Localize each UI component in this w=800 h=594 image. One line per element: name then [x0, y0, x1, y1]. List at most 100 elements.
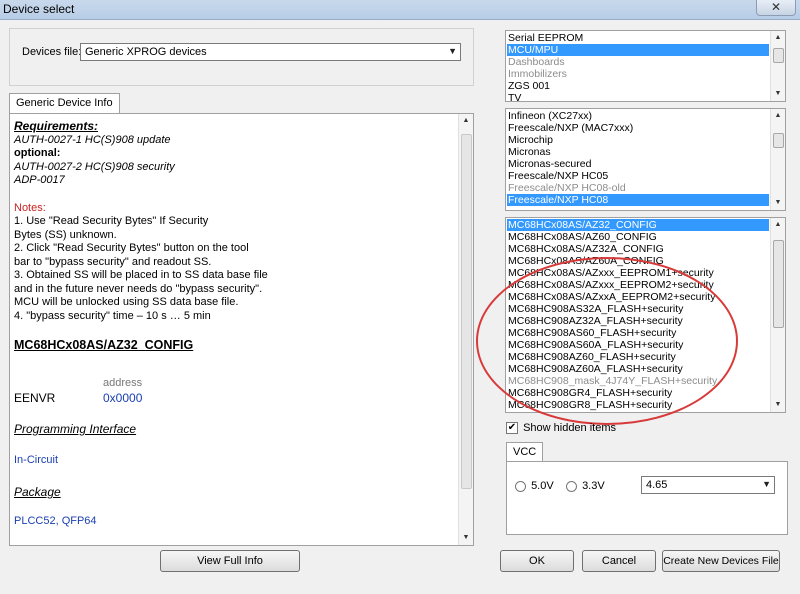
close-button[interactable]: ✕: [756, 0, 796, 16]
list-item[interactable]: MC68HCx08AS/AZ32_CONFIG: [507, 219, 769, 231]
create-new-devices-file-button[interactable]: Create New Devices File: [662, 550, 780, 572]
devices-file-select[interactable]: Generic XPROG devices ▼: [80, 43, 461, 61]
show-hidden-items-checkbox[interactable]: ✔ Show hidden items: [506, 422, 617, 435]
radio-icon: [515, 480, 526, 492]
close-icon: ✕: [770, 0, 782, 14]
arrow-down-icon[interactable]: ▼: [771, 196, 785, 210]
category-scroll-thumb[interactable]: [773, 48, 784, 63]
category-list-items: Serial EEPROM MCU/MPU Dashboards Immobilize…: [507, 32, 769, 104]
devices-file-label: Devices file:: [22, 46, 82, 58]
list-item[interactable]: MC68HC908AS60_FLASH+security: [507, 327, 769, 339]
optional-2: ADP-0017: [14, 174, 65, 186]
list-item[interactable]: Freescale/NXP HC08: [507, 194, 769, 206]
list-item[interactable]: Serial EEPROM: [507, 32, 769, 44]
info-scrollbar[interactable]: ▲ ▼: [458, 114, 473, 545]
optional-1: AUTH-0027-2 HC(S)908 security: [14, 160, 175, 173]
arrow-up-icon[interactable]: ▲: [771, 31, 785, 45]
list-item[interactable]: MC68HC908AZ32A_FLASH+security: [507, 315, 769, 327]
chevron-down-icon: ▼: [448, 46, 457, 56]
note-line: Bytes (SS) unknown.: [14, 228, 117, 241]
list-item[interactable]: Microchip: [507, 134, 769, 146]
arrow-up-icon[interactable]: ▲: [771, 218, 785, 232]
device-scrollbar[interactable]: ▲ ▼: [770, 218, 785, 412]
list-item[interactable]: MC68HC908AS60A_FLASH+security: [507, 339, 769, 351]
list-item[interactable]: MC68HCx08AS/AZ60_CONFIG: [507, 231, 769, 243]
device-list: MC68HCx08AS/AZ32_CONFIG MC68HCx08AS/AZ60_…: [505, 217, 786, 413]
note-line: 3. Obtained SS will be placed in to SS d…: [14, 269, 268, 281]
list-item[interactable]: Infineon (XC27xx): [507, 110, 769, 122]
list-item[interactable]: MC68HCx08AS/AZxxA_EEPROM2+security: [507, 291, 769, 303]
device-scroll-thumb[interactable]: [773, 240, 784, 328]
list-item[interactable]: Freescale/NXP (MAC7xxx): [507, 122, 769, 134]
ok-button[interactable]: OK: [500, 550, 574, 572]
requirement-1: AUTH-0027-1 HC(S)908 update: [14, 133, 171, 146]
list-item[interactable]: MC68HC908AS32A_FLASH+security: [507, 303, 769, 315]
list-item[interactable]: MC68HC908_mask_4J74Y_FLASH+security: [507, 375, 769, 387]
category-scrollbar[interactable]: ▲ ▼: [770, 31, 785, 101]
list-item[interactable]: MC68HCx08AS/AZxxx_EEPROM1+security: [507, 267, 769, 279]
list-item[interactable]: MC68HC908AZ60A_FLASH+security: [507, 363, 769, 375]
cancel-button[interactable]: Cancel: [582, 550, 656, 572]
requirements-title: Requirements:: [14, 119, 99, 133]
arrow-down-icon[interactable]: ▼: [459, 531, 473, 545]
device-title: MC68HCx08AS/AZ32_CONFIG: [14, 338, 194, 352]
package-label: Package: [14, 485, 61, 499]
list-item[interactable]: Freescale/NXP HC05: [507, 170, 769, 182]
vendor-scroll-thumb[interactable]: [773, 133, 784, 148]
list-item[interactable]: ZGS 001: [507, 80, 769, 92]
arrow-up-icon[interactable]: ▲: [459, 114, 473, 128]
list-item[interactable]: MCU/MPU: [507, 44, 769, 56]
list-item[interactable]: Immobilizers: [507, 68, 769, 80]
programming-interface-label: Programming Interface: [14, 422, 137, 436]
view-full-info-button[interactable]: View Full Info: [160, 550, 300, 572]
vcc-voltage-select[interactable]: 4.65 ▼: [641, 476, 775, 494]
list-item[interactable]: TV: [507, 92, 769, 104]
vcc-option-5v[interactable]: 5.0V: [515, 480, 554, 492]
window-title: Device select: [3, 2, 75, 16]
package-value: PLCC52, QFP64: [14, 515, 97, 527]
title-bar: Device select ✕: [0, 0, 800, 20]
checkbox-check-icon: ✔: [506, 422, 518, 435]
list-item[interactable]: MC68HCx08AS/AZ32A_CONFIG: [507, 243, 769, 255]
vcc-voltage-value: 4.65: [646, 479, 668, 491]
register-name: EENVR: [14, 391, 56, 405]
register-address: 0x0000: [103, 391, 143, 405]
address-label: address: [103, 377, 143, 389]
device-info-content: Requirements: AUTH-0027-1 HC(S)908 updat…: [14, 119, 454, 353]
note-line: and in the future never needs do "bypass…: [14, 282, 263, 295]
devices-file-value: Generic XPROG devices: [85, 46, 207, 58]
vcc-tab-label: VCC: [513, 446, 537, 458]
list-item[interactable]: MC68HC908AZ60_FLASH+security: [507, 351, 769, 363]
category-list: Serial EEPROM MCU/MPU Dashboards Immobilize…: [505, 30, 786, 104]
list-item[interactable]: Dashboards: [507, 56, 769, 68]
tab-vcc[interactable]: VCC: [506, 442, 544, 462]
vcc-option-3v3-label: 3.3V: [582, 480, 605, 493]
list-item[interactable]: Freescale/NXP HC08-old: [507, 182, 769, 194]
list-item[interactable]: MC68HC908GR8_FLASH+security: [507, 399, 769, 411]
note-line: 1. Use "Read Security Bytes" If Security: [14, 215, 209, 227]
tab-label: Generic Device Info: [16, 97, 113, 109]
list-item[interactable]: MC68HCx08AS/AZ60A_CONFIG: [507, 255, 769, 267]
show-hidden-items-label: Show hidden items: [523, 422, 617, 435]
programming-interface-value: In-Circuit: [14, 454, 59, 466]
list-item[interactable]: Micronas-secured: [507, 158, 769, 170]
device-list-items: MC68HCx08AS/AZ32_CONFIG MC68HCx08AS/AZ60_…: [507, 219, 769, 411]
note-line: 4. "bypass security" time – 10 s … 5 min: [14, 309, 211, 322]
info-scroll-thumb[interactable]: [461, 134, 472, 489]
notes-label: Notes:: [14, 201, 46, 214]
vendor-list-items: Infineon (XC27xx) Freescale/NXP (MAC7xxx)…: [507, 110, 769, 206]
vcc-option-5v-label: 5.0V: [531, 480, 554, 493]
chevron-down-icon: ▼: [762, 479, 771, 489]
arrow-up-icon[interactable]: ▲: [771, 109, 785, 123]
list-item[interactable]: MC68HCx08AS/AZxxx_EEPROM2+security: [507, 279, 769, 291]
arrow-down-icon[interactable]: ▼: [771, 87, 785, 101]
list-item[interactable]: MC68HC908GR4_FLASH+security: [507, 387, 769, 399]
list-item[interactable]: Micronas: [507, 146, 769, 158]
vendor-scrollbar[interactable]: ▲ ▼: [770, 109, 785, 210]
vcc-option-3v3[interactable]: 3.3V: [566, 480, 605, 492]
tab-generic-device-info[interactable]: Generic Device Info: [9, 93, 120, 113]
optional-label: optional:: [14, 147, 61, 159]
note-line: bar to "bypass security" and readout SS.: [14, 255, 212, 268]
note-line: 2. Click "Read Security Bytes" button on…: [14, 242, 249, 254]
arrow-down-icon[interactable]: ▼: [771, 398, 785, 412]
